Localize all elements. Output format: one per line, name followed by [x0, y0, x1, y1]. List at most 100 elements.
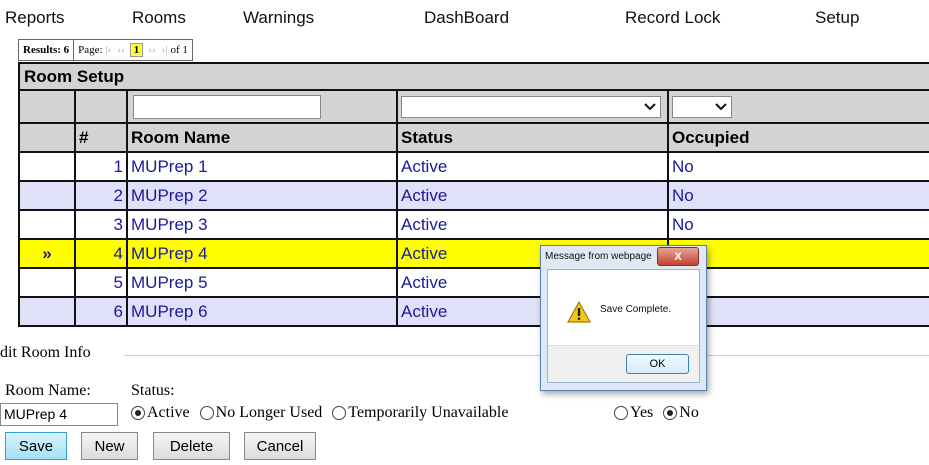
menu-reports[interactable]: Reports — [5, 8, 65, 28]
status-radio-group: Active No Longer Used Temporarily Unavai… — [131, 404, 508, 422]
row-num: 6 — [74, 296, 128, 327]
row-num: 1 — [74, 151, 128, 182]
new-button[interactable]: New — [81, 432, 138, 460]
page-navigator: Page: |‹ ‹‹ 1 ›› ›| of 1 — [73, 40, 192, 60]
delete-button[interactable]: Delete — [153, 432, 230, 460]
filter-cell-empty — [74, 89, 128, 124]
radio-icon — [199, 406, 214, 421]
menu-setup[interactable]: Setup — [815, 8, 859, 28]
close-icon: X — [674, 250, 682, 263]
row-occupied: No — [666, 180, 929, 211]
filter-cell-room-name — [126, 89, 398, 124]
header-status[interactable]: Status — [396, 122, 669, 153]
grid-title-row: Room Setup — [17, 62, 929, 91]
room-name-filter-input[interactable] — [133, 94, 321, 119]
row-room-name[interactable]: MUPrep 2 — [126, 180, 398, 211]
row-room-name[interactable]: MUPrep 1 — [126, 151, 398, 182]
filter-cell-empty — [18, 89, 76, 124]
row-room-name[interactable]: MUPrep 3 — [126, 209, 398, 240]
table-row[interactable]: 3 MUPrep 3 Active No — [18, 209, 929, 240]
header-select — [18, 122, 76, 153]
ok-button[interactable]: OK — [626, 354, 689, 374]
save-button[interactable]: Save — [5, 432, 67, 460]
row-occupied — [666, 296, 929, 327]
menu-rooms[interactable]: Rooms — [132, 8, 186, 28]
status-option-no-longer-used[interactable]: No Longer Used — [199, 404, 322, 422]
row-status: Active — [396, 209, 669, 240]
edit-room-legend: dit Room Info — [0, 344, 91, 361]
cancel-button[interactable]: Cancel — [244, 432, 316, 460]
prev-page-link[interactable]: ‹‹ — [117, 44, 124, 56]
row-select-cell[interactable] — [18, 296, 76, 327]
table-row[interactable]: 1 MUPrep 1 Active No — [18, 151, 929, 182]
page-count: of 1 — [170, 44, 188, 56]
row-selected-marker[interactable]: » — [18, 238, 76, 269]
dialog-footer: OK — [548, 345, 699, 382]
table-row[interactable]: 6 MUPrep 6 Active — [18, 296, 929, 327]
row-occupied: No — [666, 209, 929, 240]
row-occupied: No — [666, 238, 929, 269]
menu-dashboard[interactable]: DashBoard — [424, 8, 509, 28]
dialog-message: Save Complete. — [600, 304, 672, 315]
row-room-name[interactable]: MUPrep 4 — [126, 238, 398, 269]
occupied-option-yes[interactable]: Yes — [614, 404, 653, 422]
status-option-temporarily-unavailable[interactable]: Temporarily Unavailable — [332, 404, 508, 422]
table-row[interactable]: 5 MUPrep 5 Active — [18, 267, 929, 298]
occupied-radio-group: Yes No — [614, 404, 699, 422]
status-filter-select[interactable] — [401, 95, 661, 118]
row-select-cell[interactable] — [18, 209, 76, 240]
radio-selected-icon — [131, 406, 145, 421]
row-num: 4 — [74, 238, 128, 269]
row-occupied — [666, 267, 929, 298]
radio-icon — [614, 406, 628, 421]
menu-record-lock[interactable]: Record Lock — [625, 8, 720, 28]
occupied-filter-select[interactable] — [672, 95, 732, 118]
dialog-title: Message from webpage — [545, 251, 652, 262]
row-select-cell[interactable] — [18, 267, 76, 298]
row-status: Active — [396, 151, 669, 182]
last-page-link[interactable]: ›| — [162, 44, 168, 56]
row-select-cell[interactable] — [18, 180, 76, 211]
table-row[interactable]: 2 MUPrep 2 Active No — [18, 180, 929, 211]
grid-title: Room Setup — [17, 62, 929, 91]
radio-selected-icon — [663, 406, 678, 421]
room-name-input[interactable]: MUPrep 4 — [0, 403, 118, 426]
row-num: 5 — [74, 267, 128, 298]
status-option-active[interactable]: Active — [131, 404, 190, 422]
first-page-link[interactable]: |‹ — [106, 44, 112, 56]
room-name-label: Room Name: — [5, 382, 91, 399]
row-select-cell[interactable] — [18, 151, 76, 182]
page-label: Page: — [78, 44, 103, 56]
filter-cell-status — [396, 89, 669, 124]
filter-cell-occupied — [666, 89, 929, 124]
status-label: Status: — [131, 382, 175, 399]
dialog-body: Save Complete. OK — [547, 269, 700, 383]
menu-bar: Reports Rooms Warnings DashBoard Record … — [0, 0, 929, 34]
row-room-name[interactable]: MUPrep 6 — [126, 296, 398, 327]
next-page-link[interactable]: ›› — [148, 44, 155, 56]
header-num[interactable]: # — [74, 122, 128, 153]
header-occupied[interactable]: Occupied — [666, 122, 929, 153]
fieldset-divider — [124, 355, 929, 356]
radio-icon — [332, 406, 347, 421]
message-dialog: Message from webpage X Save Complete. OK — [540, 245, 707, 391]
dialog-close-button[interactable]: X — [657, 247, 699, 266]
results-count: Results: 6 — [23, 44, 70, 56]
header-room-name[interactable]: Room Name — [126, 122, 398, 153]
current-page: 1 — [129, 43, 144, 57]
row-num: 3 — [74, 209, 128, 240]
table-row-selected[interactable]: » 4 MUPrep 4 Active No — [18, 238, 929, 269]
header-row: # Room Name Status Occupied — [18, 122, 929, 153]
occupied-option-no[interactable]: No — [663, 404, 699, 422]
filter-row — [18, 89, 929, 124]
chevron-down-icon — [644, 102, 656, 110]
menu-warnings[interactable]: Warnings — [243, 8, 314, 28]
row-num: 2 — [74, 180, 128, 211]
room-grid: Room Setup # Room Name Status Occupied 1… — [17, 62, 929, 327]
row-room-name[interactable]: MUPrep 5 — [126, 267, 398, 298]
row-status: Active — [396, 180, 669, 211]
chevron-down-icon — [715, 102, 727, 110]
row-occupied: No — [666, 151, 929, 182]
pager: Results: 6 Page: |‹ ‹‹ 1 ›› ›| of 1 — [18, 39, 193, 61]
warning-icon — [567, 301, 591, 323]
